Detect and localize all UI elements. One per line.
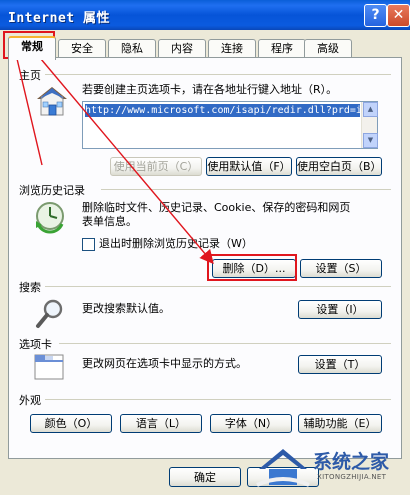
history-description-line1: 删除临时文件、历史记录、Cookie、保存的密码和网页 — [82, 201, 351, 214]
tab-security[interactable]: 安全 — [58, 39, 106, 58]
title-bar[interactable]: Internet 属性 ? ✕ — [0, 0, 410, 30]
tabs-separator — [59, 343, 391, 344]
watermark-brand: 系统之家 — [313, 451, 390, 473]
history-settings-button[interactable]: 设置（S） — [300, 259, 382, 278]
use-blank-button[interactable]: 使用空白页（B） — [296, 157, 382, 176]
tab-programs[interactable]: 程序 — [258, 39, 306, 58]
scroll-up-arrow-icon[interactable]: ▲ — [363, 102, 378, 117]
close-button[interactable]: ✕ — [387, 4, 410, 27]
search-description: 更改搜索默认值。 — [82, 302, 170, 315]
watermark-url: XITONGZHIJIA.NET — [317, 473, 387, 481]
search-settings-button[interactable]: 设置（I） — [298, 300, 382, 319]
home-page-address-box[interactable]: http://www.microsoft.com/isapi/redir.dll… — [82, 101, 378, 149]
colors-button[interactable]: 颜色（O） — [30, 414, 112, 433]
tabs-settings-button[interactable]: 设置（T） — [298, 355, 382, 374]
tabs-description: 更改网页在选项卡中显示的方式。 — [82, 357, 247, 370]
use-current-button[interactable]: 使用当前页（C） — [110, 157, 202, 176]
delete-button-highlight — [207, 254, 297, 281]
delete-on-exit-label[interactable]: 退出时删除浏览历史记录（W） — [99, 237, 253, 251]
history-separator — [101, 189, 391, 190]
history-description-line2: 表单信息。 — [82, 215, 137, 228]
tab-advanced[interactable]: 高级 — [304, 39, 352, 58]
help-button[interactable]: ? — [364, 4, 387, 27]
scroll-down-arrow-icon[interactable]: ▼ — [363, 133, 378, 148]
tab-content[interactable]: 内容 — [158, 39, 206, 58]
address-scrollbar[interactable]: ▲ ▼ — [361, 102, 378, 148]
tabs-window-icon — [34, 354, 64, 380]
general-tab-panel: 主页 若要创建主页选项卡，请在各地址行键入地址（R）。 http://www.m… — [8, 57, 402, 459]
search-separator — [45, 286, 391, 287]
home-instruction: 若要创建主页选项卡，请在各地址行键入地址（R）。 — [82, 83, 338, 96]
magnifier-icon — [36, 299, 63, 328]
tab-privacy[interactable]: 隐私 — [108, 39, 156, 58]
home-page-url[interactable]: http://www.microsoft.com/isapi/redir.dll… — [85, 104, 360, 117]
tab-connections[interactable]: 连接 — [208, 39, 256, 58]
use-default-button[interactable]: 使用默认值（F） — [206, 157, 292, 176]
appearance-separator — [45, 399, 391, 400]
search-group-label: 搜索 — [19, 281, 41, 294]
history-clock-icon — [36, 202, 64, 234]
site-watermark: 系统之家 XITONGZHIJIA.NET — [255, 443, 405, 493]
history-group-label: 浏览历史记录 — [19, 184, 85, 197]
languages-button[interactable]: 语言（L） — [120, 414, 202, 433]
fonts-button[interactable]: 字体（N） — [210, 414, 292, 433]
watermark-house-logo-icon — [256, 449, 310, 487]
ok-button[interactable]: 确定 — [169, 467, 241, 487]
window-title: Internet 属性 — [8, 11, 110, 26]
tabs-group-label: 选项卡 — [19, 338, 52, 351]
internet-properties-dialog: Internet 属性 ? ✕ 常规 安全 隐私 内容 连接 程序 高级 主页 … — [0, 0, 410, 495]
appearance-group-label: 外观 — [19, 394, 41, 407]
tab-general[interactable]: 常规 — [8, 36, 56, 60]
home-separator — [45, 74, 391, 75]
accessibility-button[interactable]: 辅助功能（E） — [298, 414, 382, 433]
delete-on-exit-checkbox[interactable] — [82, 238, 95, 251]
home-group-label: 主页 — [19, 69, 41, 82]
house-icon — [37, 87, 67, 116]
